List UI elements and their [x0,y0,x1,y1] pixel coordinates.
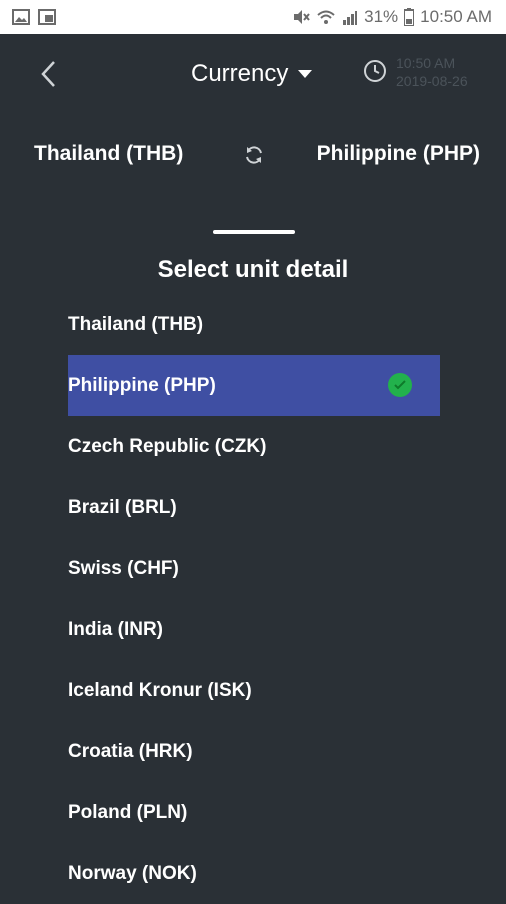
list-item-label: Norway (NOK) [68,862,197,884]
list-item[interactable]: India (INR) [68,599,440,660]
list-item-label: Brazil (BRL) [68,496,177,518]
currency-dropdown[interactable]: Currency [191,60,313,88]
status-bar: 31% 10:50 AM [0,0,506,34]
mute-icon [294,10,310,24]
from-currency[interactable]: Thailand (THB) [34,142,183,166]
caret-down-icon [298,70,313,78]
gallery-icon [12,9,30,25]
converter-row: Thailand (THB) Philippine (PHP) [0,134,506,178]
list-item-selected[interactable]: Philippine (PHP) [68,355,440,416]
list-item-label: Czech Republic (CZK) [68,435,267,457]
back-chevron-icon[interactable] [34,56,64,92]
check-circle-icon [388,373,412,397]
list-item-label: Thailand (THB) [68,313,204,335]
battery-percentage: 31% [364,7,399,26]
list-item[interactable]: Czech Republic (CZK) [68,416,440,477]
status-time: 10:50 AM [420,7,492,26]
list-item-label: Croatia (HRK) [68,740,193,762]
history-clock-icon[interactable] [362,58,388,84]
list-item[interactable]: Poland (PLN) [68,782,440,843]
currency-list: Thailand (THB) Philippine (PHP) Czech Re… [68,294,440,904]
wifi-icon [317,10,335,24]
timestamp-time: 10:50 AM [396,55,456,71]
to-currency[interactable]: Philippine (PHP) [317,142,480,166]
list-item[interactable]: Iceland Kronur (ISK) [68,660,440,721]
list-item[interactable]: Croatia (HRK) [68,721,440,782]
list-item[interactable]: Norway (NOK) [68,843,440,904]
timestamp-date: 2019-08-26 [396,73,468,89]
list-item-label: Philippine (PHP) [68,374,216,396]
list-item[interactable]: Brazil (BRL) [68,477,440,538]
status-bar-system: 31% 10:50 AM [292,6,492,28]
list-item[interactable]: Swiss (CHF) [68,538,440,599]
list-item-label: India (INR) [68,618,163,640]
picture-in-picture-icon [38,9,56,25]
signal-icon [343,11,358,25]
sheet-drag-handle[interactable] [213,230,295,234]
list-item-label: Poland (PLN) [68,801,188,823]
page-title: Currency [191,60,289,87]
list-item[interactable]: Thailand (THB) [68,294,440,355]
list-item-label: Iceland Kronur (ISK) [68,679,252,701]
battery-icon [404,8,415,26]
status-bar-notifications [12,8,56,26]
refresh-icon[interactable] [243,144,265,166]
sheet-title: Select unit detail [157,256,349,283]
list-item-label: Swiss (CHF) [68,557,179,579]
app-header: Currency 10:50 AM 2019-08-26 [0,34,506,114]
update-timestamp: 10:50 AM 2019-08-26 [396,54,468,90]
